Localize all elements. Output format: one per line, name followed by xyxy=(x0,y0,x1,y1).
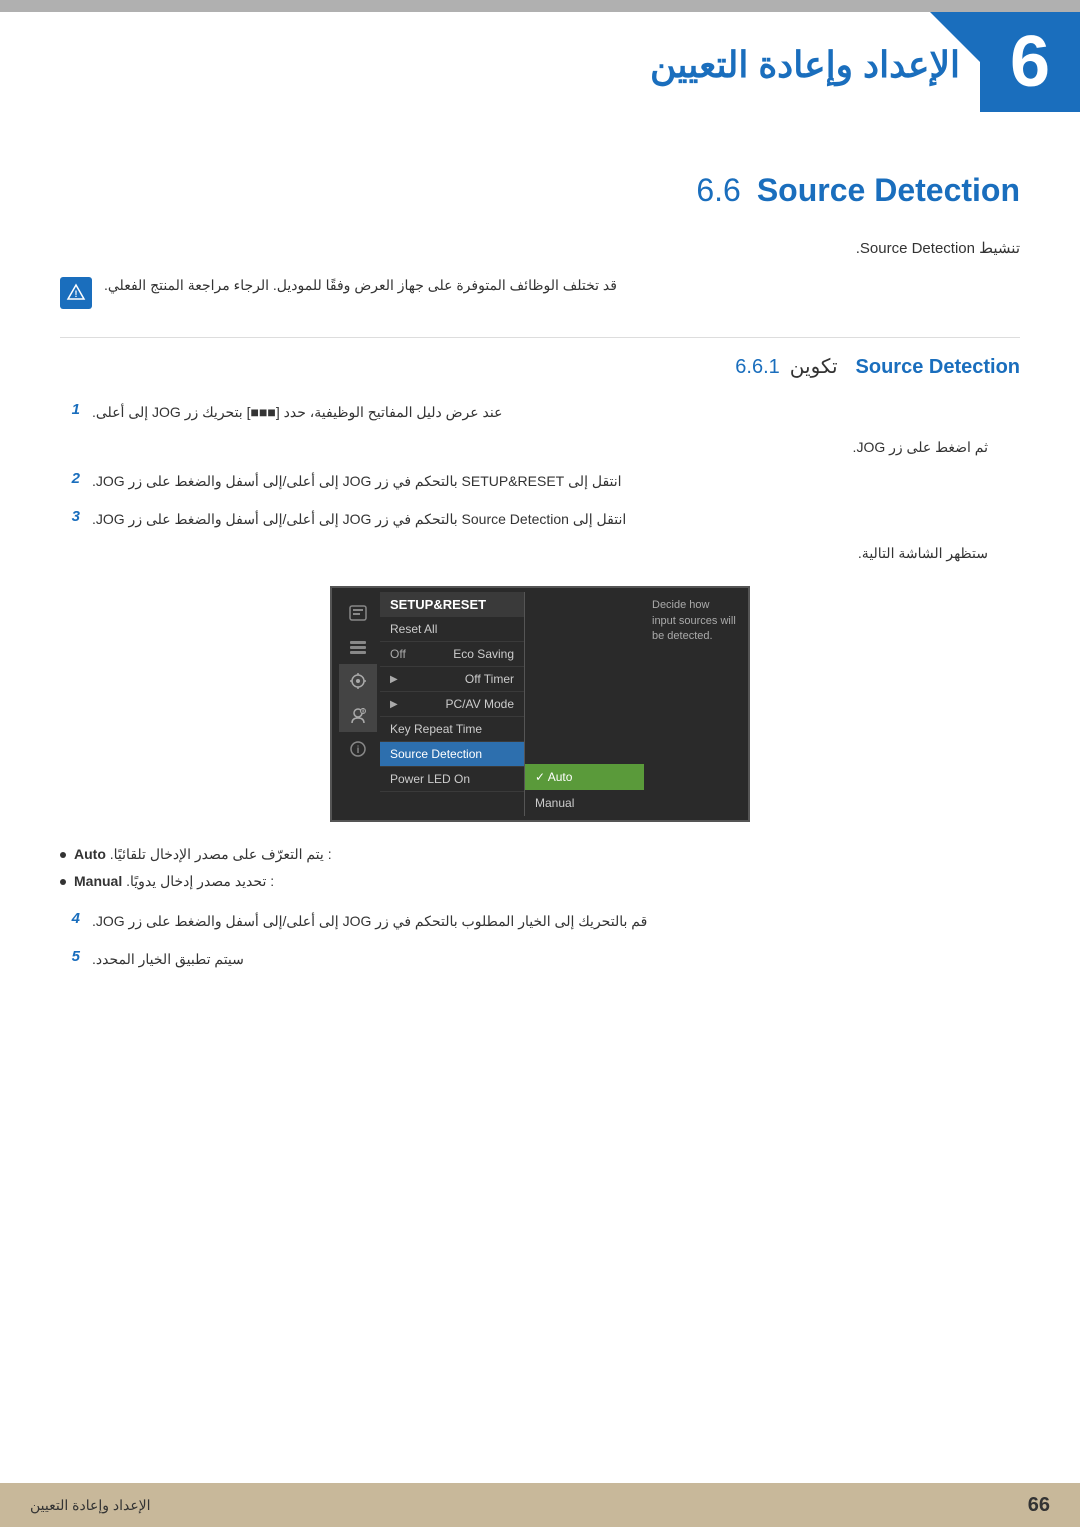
bullet-auto: : يتم التعرّف على مصدر الإدخال تلقائيًا.… xyxy=(60,846,1020,863)
footer-page-number: 66 xyxy=(1028,1494,1050,1517)
chapter-number: 6 xyxy=(1010,26,1050,98)
step-5-number: 5 xyxy=(60,948,80,965)
activation-label: تنشيط Source Detection. xyxy=(856,240,1020,257)
step-3-text: انتقل إلى Source Detection بالتحكم في زر… xyxy=(92,508,626,532)
submenu-item-auto: ✓ Auto xyxy=(525,764,644,790)
divider-line xyxy=(60,337,1020,338)
menu-item-pcav-mode: ▶ PC/AV Mode xyxy=(380,692,524,717)
svg-text:i: i xyxy=(362,709,363,715)
menu-item-eco-saving-label: Eco Saving xyxy=(453,647,514,661)
submenu-item-auto-label: ✓ Auto xyxy=(535,770,572,784)
menu-icon-5: i xyxy=(339,732,377,766)
header-corner-decoration xyxy=(930,12,980,62)
step-4-text: قم بالتحريك إلى الخيار المطلوب بالتحكم ف… xyxy=(92,910,647,934)
warning-icon: ! xyxy=(60,277,92,309)
subsection-title-row: 6.6.1 تكوين Source Detection xyxy=(60,354,1020,379)
menu-item-pcav-mode-arrow: ▶ xyxy=(390,699,398,710)
menu-item-reset-all-label: Reset All xyxy=(390,622,437,636)
menu-item-off-timer-label: Off Timer xyxy=(465,672,514,686)
menu-item-source-detection-label: Source Detection xyxy=(390,747,482,761)
subsection-title: Source Detection xyxy=(856,356,1020,379)
section-number: 6.6 xyxy=(696,172,740,209)
menu-icons-col: i i xyxy=(336,592,380,816)
step-2: انتقل إلى SETUP&RESET بالتحكم في زر JOG … xyxy=(60,470,1020,494)
subsection-number: 6.6.1 xyxy=(735,356,779,379)
header-section: الإعداد وإعادة التعيين 6 xyxy=(0,12,1080,122)
menu-item-eco-saving: Off Eco Saving xyxy=(380,642,524,667)
bullets-section: : يتم التعرّف على مصدر الإدخال تلقائيًا.… xyxy=(60,846,1020,890)
menu-item-pcav-mode-label: PC/AV Mode xyxy=(446,697,514,711)
bullet-auto-text: : يتم التعرّف على مصدر الإدخال تلقائيًا.… xyxy=(74,846,332,863)
page-footer: 66 الإعداد وإعادة التعيين xyxy=(0,1483,1080,1527)
step-1-text: عند عرض دليل المفاتيح الوظيفية، حدد [■■■… xyxy=(92,401,502,425)
menu-item-key-repeat: Key Repeat Time xyxy=(380,717,524,742)
menu-item-reset-all: Reset All xyxy=(380,617,524,642)
submenu-item-manual: Manual xyxy=(525,790,644,816)
section-title: Source Detection xyxy=(757,172,1020,209)
step-2-number: 2 xyxy=(60,470,80,487)
menu-icon-3 xyxy=(339,664,377,698)
tooltip-text: Decide how input sources will be detecte… xyxy=(652,599,736,642)
bullet-manual-label: Manual xyxy=(74,873,122,889)
main-content: 6.6 Source Detection تنشيط Source Detect… xyxy=(0,122,1080,1046)
chapter-number-box: 6 xyxy=(980,12,1080,112)
step-4: قم بالتحريك إلى الخيار المطلوب بالتحكم ف… xyxy=(60,910,1020,934)
warning-icon-svg: ! xyxy=(66,283,86,303)
menu-container: i i SETUP&RESET Reset All Off Eco Saving xyxy=(336,592,744,816)
svg-text:!: ! xyxy=(75,289,78,299)
menu-item-off-timer: ▶ Off Timer xyxy=(380,667,524,692)
bullet-auto-dot xyxy=(60,852,66,858)
warning-box: قد تختلف الوظائف المتوفرة على جهاز العرض… xyxy=(60,277,1020,309)
warning-text: قد تختلف الوظائف المتوفرة على جهاز العرض… xyxy=(104,277,617,294)
submenu-col: ✓ Auto Manual xyxy=(524,592,644,816)
bullet-manual: : تحديد مصدر إدخال يدويًا. Manual xyxy=(60,873,1020,890)
bullet-manual-dot xyxy=(60,879,66,885)
menu-header: SETUP&RESET xyxy=(380,592,524,617)
step-3-line2: ستظهر الشاشة التالية. xyxy=(60,545,988,562)
footer-text: الإعداد وإعادة التعيين xyxy=(30,1497,151,1514)
steps-container: عند عرض دليل المفاتيح الوظيفية، حدد [■■■… xyxy=(60,401,1020,562)
menu-item-power-led-label: Power LED On xyxy=(390,772,470,786)
step-3-number: 3 xyxy=(60,508,80,525)
menu-item-key-repeat-label: Key Repeat Time xyxy=(390,722,482,736)
subsection-label: تكوين xyxy=(790,354,838,379)
menu-main-col: SETUP&RESET Reset All Off Eco Saving ▶ O… xyxy=(380,592,524,816)
monitor-ui: i i SETUP&RESET Reset All Off Eco Saving xyxy=(330,586,750,822)
step-1: عند عرض دليل المفاتيح الوظيفية، حدد [■■■… xyxy=(60,401,1020,425)
menu-icon-2 xyxy=(339,630,377,664)
section-title-row: 6.6 Source Detection xyxy=(60,172,1020,209)
tooltip-col: Decide how input sources will be detecte… xyxy=(644,592,744,816)
menu-icon-1 xyxy=(339,596,377,630)
bullet-manual-text: : تحديد مصدر إدخال يدويًا. Manual xyxy=(74,873,274,890)
svg-text:i: i xyxy=(357,745,360,756)
menu-icon-4: i xyxy=(339,698,377,732)
bullet-auto-label: Auto xyxy=(74,846,106,862)
step-1-number: 1 xyxy=(60,401,80,418)
activation-text: تنشيط Source Detection. xyxy=(60,239,1020,257)
top-bar xyxy=(0,0,1080,12)
step-2-text: انتقل إلى SETUP&RESET بالتحكم في زر JOG … xyxy=(92,470,622,494)
step-4-number: 4 xyxy=(60,910,80,927)
step-5: سيتم تطبيق الخيار المحدد. 5 xyxy=(60,948,980,972)
chapter-arabic-title: الإعداد وإعادة التعيين xyxy=(650,44,960,86)
step-5-text: سيتم تطبيق الخيار المحدد. xyxy=(92,948,244,972)
step-3: انتقل إلى Source Detection بالتحكم في زر… xyxy=(60,508,1020,532)
menu-item-power-led: Power LED On xyxy=(380,767,524,792)
menu-item-off-timer-arrow: ▶ xyxy=(390,674,398,685)
step-1-line2: ثم اضغط على زر JOG. xyxy=(60,439,988,456)
menu-item-eco-saving-value: Off xyxy=(390,647,406,661)
menu-item-source-detection: Source Detection xyxy=(380,742,524,767)
screenshot-container: i i SETUP&RESET Reset All Off Eco Saving xyxy=(330,586,750,822)
submenu-item-manual-label: Manual xyxy=(535,796,574,810)
